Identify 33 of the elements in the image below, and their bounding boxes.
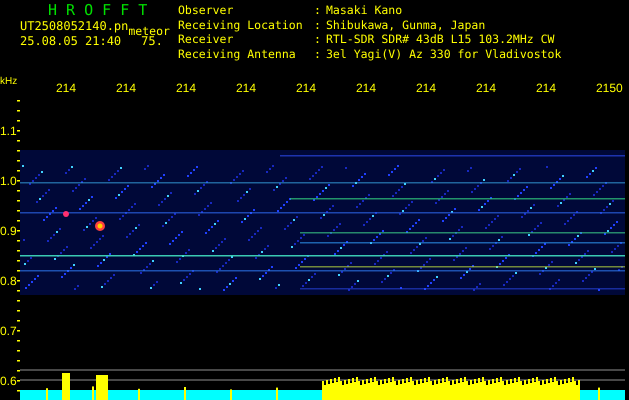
frequency-label: 214 <box>116 81 136 95</box>
info-value: Masaki Kano <box>326 4 404 18</box>
frequency-label: 214 <box>416 81 436 95</box>
axis-value-label: 1.1 <box>0 124 17 138</box>
info-label: Observer <box>178 4 234 18</box>
date-time: 25.08.05 21:40 <box>20 35 122 50</box>
axis-value-label: 0.6 <box>0 374 17 388</box>
app-title: H R O F F T <box>47 4 148 17</box>
frequency-label: 2150 <box>596 81 623 95</box>
file-name: UT2508052140.pn <box>20 20 128 35</box>
info-separator: : <box>314 48 322 62</box>
info-value: RTL-SDR SDR# 43dB L15 103.2MHz CW <box>326 33 556 48</box>
frequency-label: 214 <box>536 81 556 95</box>
axis-value-label: 0.8 <box>0 274 17 288</box>
info-separator: : <box>314 18 322 33</box>
info-separator: : <box>314 4 322 18</box>
info-value: 3el Yagi(V) Az 330 for Vladivostok <box>326 48 562 62</box>
axis-value-label: 0.7 <box>0 324 17 338</box>
frequency-label: 214 <box>476 81 496 95</box>
info-label: Receiver <box>178 33 234 48</box>
info-separator: : <box>314 33 322 48</box>
info-label: Receiving Antenna <box>178 48 297 62</box>
frequency-label: 214 <box>56 81 76 95</box>
axis-unit: kHz <box>0 76 18 87</box>
info-label: Receiving Location <box>178 18 304 33</box>
frequency-label: 214 <box>176 81 196 95</box>
value-text: 75. <box>141 35 163 50</box>
axis-value-label: 1.0 <box>0 174 17 188</box>
axis-value-label: 0.9 <box>0 224 17 238</box>
frequency-label: 214 <box>356 81 376 95</box>
frequency-label: 214 <box>296 81 316 95</box>
frequency-label: 214 <box>236 81 256 95</box>
info-value: Shibukawa, Gunma, Japan <box>326 18 486 33</box>
